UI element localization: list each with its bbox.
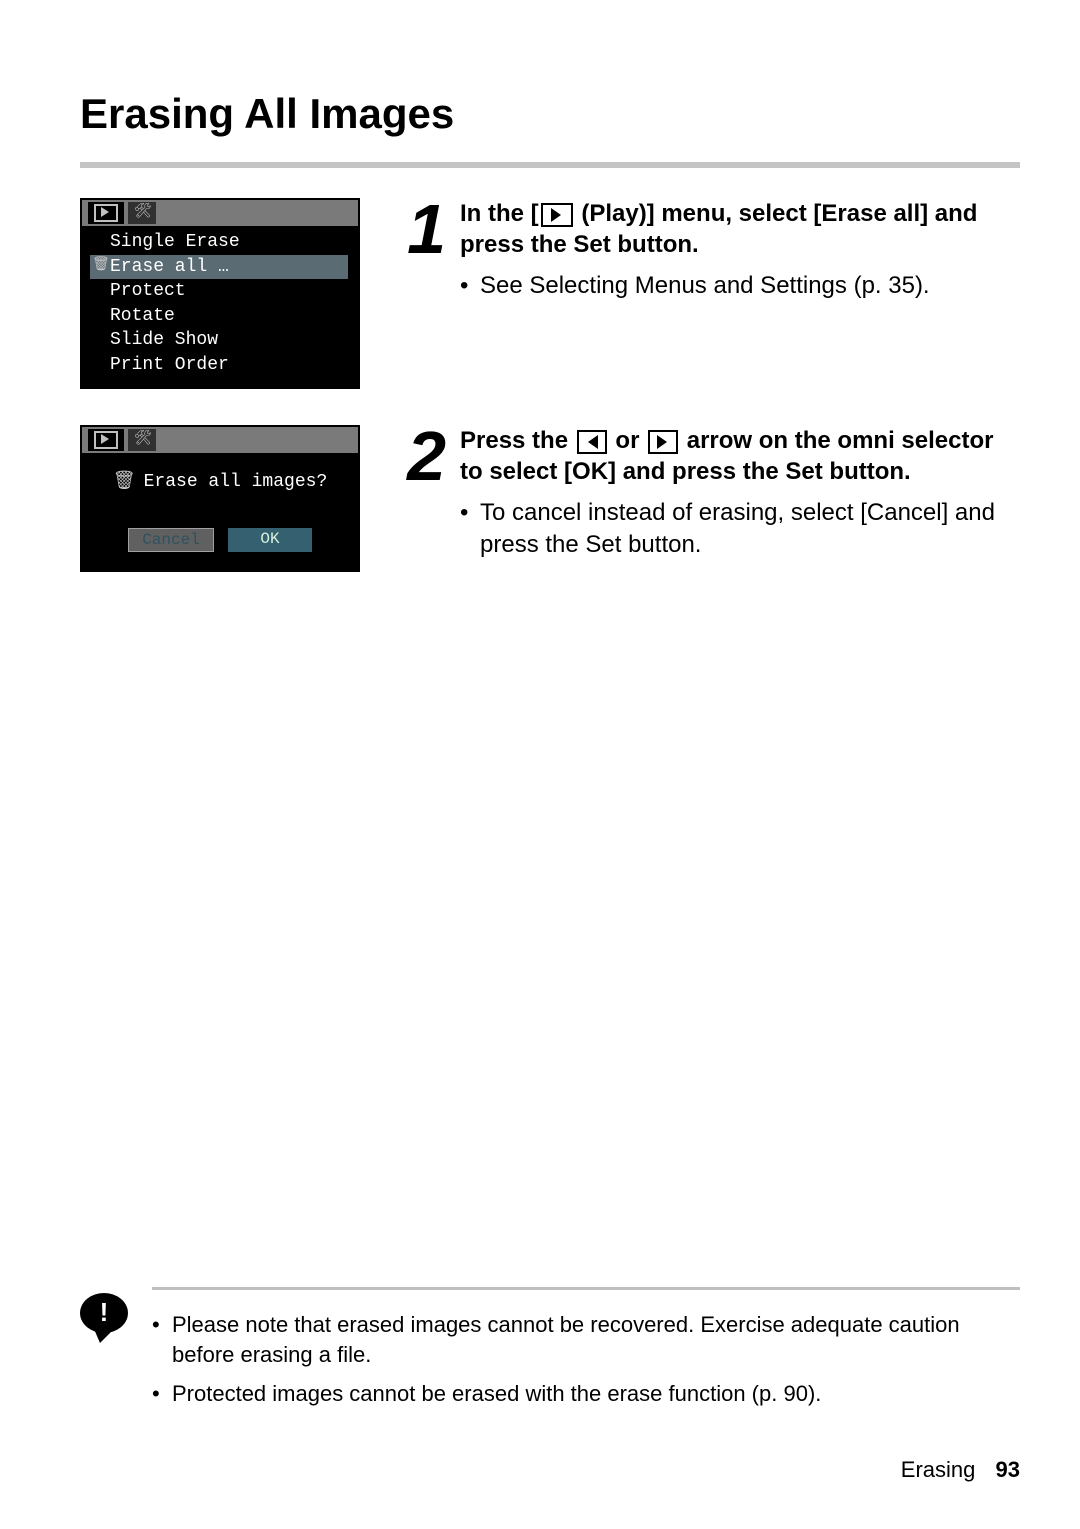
- confirm-question: 🗑 Erase all images?: [113, 471, 328, 494]
- lcd-tabbar: 🛠: [82, 427, 358, 453]
- note-text: Please note that erased images cannot be…: [172, 1310, 1020, 1369]
- tools-icon: 🛠: [134, 204, 150, 222]
- footer-section: Erasing: [901, 1457, 976, 1482]
- text: or: [609, 427, 646, 454]
- trash-icon: 🗑: [113, 471, 136, 494]
- bullet-text: To cancel instead of erasing, select [Ca…: [480, 497, 1020, 559]
- play-icon: [94, 204, 118, 222]
- left-arrow-icon: [577, 430, 607, 454]
- step-number: 2: [400, 425, 444, 488]
- step-text: Press the or arrow on the omni selector …: [460, 425, 1020, 560]
- play-icon: [541, 203, 573, 227]
- menu-item: Single Erase: [110, 230, 348, 255]
- menu-item: Rotate: [110, 304, 348, 329]
- step-number: 1: [400, 198, 444, 261]
- bullet-dot: •: [460, 270, 480, 301]
- tab-play: [88, 202, 124, 224]
- menu-item-selected: 🗑 Erase all …: [90, 255, 348, 280]
- menu-item: Slide Show: [110, 328, 348, 353]
- lcd-cancel-button: Cancel: [128, 528, 214, 552]
- lcd-tabbar: 🛠: [82, 200, 358, 226]
- bullet-dot: •: [460, 497, 480, 559]
- lcd-screenshot-confirm: 🛠 🗑 Erase all images? Cancel OK: [80, 425, 360, 572]
- step-heading: Press the or arrow on the omni selector …: [460, 425, 1020, 487]
- confirm-text-label: Erase all images?: [144, 471, 328, 494]
- tab-tools: 🛠: [128, 429, 156, 451]
- tools-icon: 🛠: [134, 431, 150, 449]
- page-number: 93: [996, 1457, 1020, 1482]
- lcd-screenshot-menu: 🛠 Single Erase 🗑 Erase all … Protect Rot…: [80, 198, 360, 389]
- page-title: Erasing All Images: [80, 90, 1020, 138]
- play-icon: [94, 431, 118, 449]
- page-footer: Erasing 93: [901, 1457, 1020, 1483]
- step-text: In the [ (Play)] menu, select [Erase all…: [460, 198, 1020, 302]
- title-divider: [80, 162, 1020, 168]
- menu-item: Protect: [110, 279, 348, 304]
- note-bullet: • Please note that erased images cannot …: [152, 1310, 1020, 1369]
- note-bullet: • Protected images cannot be erased with…: [152, 1379, 1020, 1409]
- lcd-ok-button: OK: [228, 528, 312, 552]
- manual-page: Erasing All Images 🛠 Single Erase 🗑 Eras…: [0, 0, 1080, 1529]
- note-text: Protected images cannot be erased with t…: [172, 1379, 821, 1409]
- text: Press the: [460, 427, 575, 454]
- menu-item-label: Erase all …: [110, 257, 229, 277]
- menu-item: Print Order: [110, 353, 348, 378]
- step-bullet: • See Selecting Menus and Settings (p. 3…: [460, 270, 1020, 301]
- lcd-menu-list: Single Erase 🗑 Erase all … Protect Rotat…: [82, 226, 358, 377]
- bullet-dot: •: [152, 1310, 172, 1369]
- caution-icon: !: [80, 1293, 130, 1333]
- caution-note: ! • Please note that erased images canno…: [80, 1287, 1020, 1409]
- tab-play: [88, 429, 124, 451]
- step-1: 🛠 Single Erase 🗑 Erase all … Protect Rot…: [80, 198, 1020, 389]
- tab-tools: 🛠: [128, 202, 156, 224]
- bullet-dot: •: [152, 1379, 172, 1409]
- bullet-text: See Selecting Menus and Settings (p. 35)…: [480, 270, 930, 301]
- text: In the [: [460, 200, 539, 227]
- step-bullet: • To cancel instead of erasing, select […: [460, 497, 1020, 559]
- step-heading: In the [ (Play)] menu, select [Erase all…: [460, 198, 1020, 260]
- step-2: 🛠 🗑 Erase all images? Cancel OK 2 Press …: [80, 425, 1020, 572]
- right-arrow-icon: [648, 430, 678, 454]
- trash-icon: 🗑: [92, 257, 110, 275]
